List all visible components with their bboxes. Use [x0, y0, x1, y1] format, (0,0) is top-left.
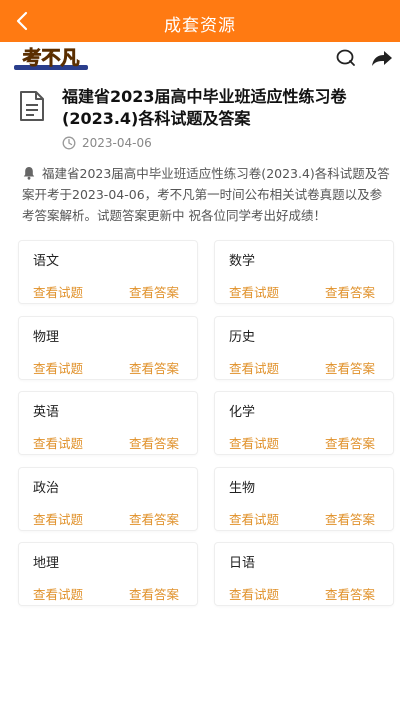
view-answers-link[interactable]: 查看答案 — [325, 433, 375, 452]
top-bar: 成套资源 — [0, 0, 400, 42]
subject-card-math: 数学 查看试题 查看答案 — [214, 240, 394, 304]
view-questions-link[interactable]: 查看试题 — [229, 509, 279, 528]
subject-name: 生物 — [229, 481, 256, 496]
view-questions-link[interactable]: 查看试题 — [33, 282, 83, 301]
subject-card-chinese: 语文 查看试题 查看答案 — [18, 240, 198, 304]
notice-body: 福建省2023届高中毕业班适应性练习卷(2023.4)各科试题及答案开考于202… — [22, 166, 390, 223]
view-answers-link[interactable]: 查看答案 — [129, 509, 179, 528]
clock-icon — [62, 136, 76, 150]
view-questions-link[interactable]: 查看试题 — [229, 433, 279, 452]
view-questions-link[interactable]: 查看试题 — [229, 584, 279, 603]
subject-card-chemistry: 化学 查看试题 查看答案 — [214, 391, 394, 455]
subject-name: 物理 — [33, 330, 60, 345]
view-answers-link[interactable]: 查看答案 — [129, 282, 179, 301]
subject-name: 地理 — [33, 556, 60, 571]
view-answers-link[interactable]: 查看答案 — [129, 584, 179, 603]
view-questions-link[interactable]: 查看试题 — [33, 584, 83, 603]
subject-card-english: 英语 查看试题 查看答案 — [18, 391, 198, 455]
view-answers-link[interactable]: 查看答案 — [129, 433, 179, 452]
subject-name: 化学 — [229, 405, 256, 420]
subject-card-japanese: 日语 查看试题 查看答案 — [214, 542, 394, 606]
view-answers-link[interactable]: 查看答案 — [325, 358, 375, 377]
subject-card-politics: 政治 查看试题 查看答案 — [18, 467, 198, 531]
publish-date: 2023-04-06 — [62, 134, 152, 152]
comment-button[interactable] — [335, 47, 357, 69]
document-title: 福建省2023届高中毕业班适应性练习卷(2023.4)各科试题及答案 — [62, 87, 347, 128]
page-title: 成套资源 — [164, 16, 236, 36]
view-questions-link[interactable]: 查看试题 — [33, 433, 83, 452]
document-icon — [20, 91, 44, 121]
notice-text: 福建省2023届高中毕业班适应性练习卷(2023.4)各科试题及答案开考于202… — [22, 163, 390, 226]
view-questions-link[interactable]: 查看试题 — [229, 282, 279, 301]
subject-card-physics: 物理 查看试题 查看答案 — [18, 316, 198, 380]
subject-name: 语文 — [33, 254, 60, 269]
date-text: 2023-04-06 — [82, 136, 152, 150]
view-answers-link[interactable]: 查看答案 — [325, 584, 375, 603]
share-icon — [372, 51, 392, 66]
view-questions-link[interactable]: 查看试题 — [229, 358, 279, 377]
comment-icon — [336, 49, 355, 66]
view-answers-link[interactable]: 查看答案 — [325, 509, 375, 528]
subject-name: 历史 — [229, 330, 256, 345]
bell-icon — [23, 167, 35, 180]
view-questions-link[interactable]: 查看试题 — [33, 358, 83, 377]
view-answers-link[interactable]: 查看答案 — [129, 358, 179, 377]
subject-name: 英语 — [33, 405, 60, 420]
logo-text: 考不凡 — [22, 47, 79, 69]
logo: 考不凡 — [14, 47, 88, 70]
subject-name: 政治 — [33, 481, 60, 496]
view-answers-link[interactable]: 查看答案 — [325, 282, 375, 301]
share-button[interactable] — [370, 47, 394, 69]
subject-card-biology: 生物 查看试题 查看答案 — [214, 467, 394, 531]
subject-name: 数学 — [229, 254, 256, 269]
subject-card-geography: 地理 查看试题 查看答案 — [18, 542, 198, 606]
view-questions-link[interactable]: 查看试题 — [33, 509, 83, 528]
subject-name: 日语 — [229, 556, 256, 571]
subject-card-history: 历史 查看试题 查看答案 — [214, 316, 394, 380]
